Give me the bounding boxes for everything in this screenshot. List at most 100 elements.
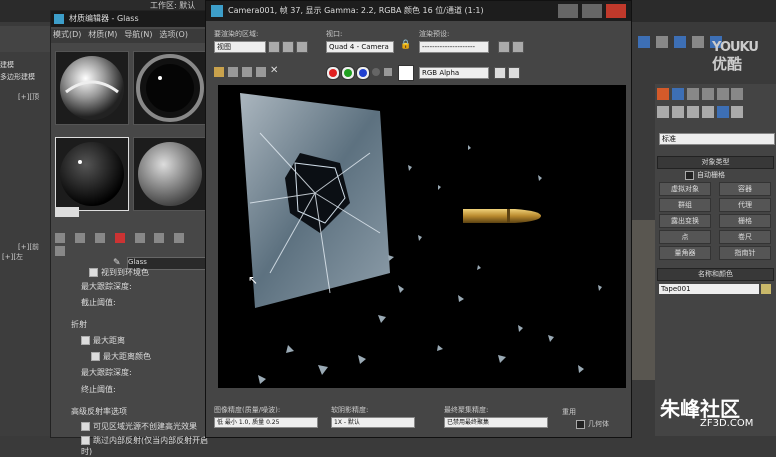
lock-icon[interactable]: 🔒 xyxy=(400,40,411,50)
move-icon[interactable] xyxy=(656,36,668,48)
clear-icon[interactable]: ✕ xyxy=(270,65,278,76)
viewport-dropdown[interactable]: Quad 4 - Camera xyxy=(326,41,394,53)
object-color-swatch[interactable] xyxy=(761,284,771,294)
param-exit-color[interactable]: 视到到环境色 xyxy=(89,267,149,278)
sample-slot-3-active[interactable] xyxy=(55,137,129,211)
red-channel-toggle[interactable] xyxy=(326,66,340,80)
cameras-icon[interactable] xyxy=(701,106,714,118)
max-title: 工作区: 默认 xyxy=(150,1,196,10)
reset-map-icon[interactable] xyxy=(114,233,125,243)
display-channel-dropdown[interactable]: RGB Alpha xyxy=(419,67,489,79)
sample-slot-4[interactable] xyxy=(133,137,207,211)
param-max-distance[interactable]: 最大距离 xyxy=(81,335,125,346)
toggle-ui-overlay-icon[interactable] xyxy=(494,67,506,79)
auto-region-icon[interactable] xyxy=(282,41,294,53)
object-type-rollout[interactable]: 对象类型 xyxy=(657,156,774,169)
render-output-image[interactable]: ↖ xyxy=(218,85,626,388)
viewport-label-front[interactable]: [+][前 xyxy=(18,242,39,252)
slot-scrollbar[interactable] xyxy=(55,207,79,217)
rotate-icon[interactable] xyxy=(674,36,686,48)
point-button[interactable]: 点 xyxy=(659,230,711,244)
viewport-label-left[interactable]: [+][左 xyxy=(2,252,23,262)
menu-mode[interactable]: 模式(D) xyxy=(53,30,81,39)
environment-effects-icon[interactable] xyxy=(512,41,524,53)
render-frame-titlebar[interactable]: Camera001, 帧 37, 显示 Gamma: 2.2, RGBA 颜色 … xyxy=(206,1,631,21)
display-tab-icon[interactable] xyxy=(716,88,729,100)
select-icon[interactable] xyxy=(638,36,650,48)
shapes-icon[interactable] xyxy=(671,106,684,118)
image-precision-field[interactable]: 低 最小 1.0, 质量 0.25 xyxy=(214,417,318,428)
grid-button[interactable]: 栅格 xyxy=(719,214,771,228)
group-button[interactable]: 群组 xyxy=(659,198,711,212)
material-editor-title: 材质编辑器 - Glass xyxy=(69,14,139,23)
lock-region-icon[interactable] xyxy=(296,41,308,53)
area-to-render-dropdown[interactable]: 视图 xyxy=(214,41,266,53)
helper-type-icons[interactable] xyxy=(657,106,772,120)
make-copy-icon[interactable] xyxy=(134,233,145,243)
param-adv-highlights[interactable]: 可见区域光源不创建高光效果 xyxy=(81,421,197,432)
render-preset-dropdown[interactable]: --------------------- xyxy=(419,41,489,53)
param-max-depth-refract: 最大跟踪深度: xyxy=(81,368,132,377)
protractor-button[interactable]: 量角器 xyxy=(659,246,711,260)
spacewarps-icon[interactable] xyxy=(731,106,744,118)
render-setup-button-icon[interactable] xyxy=(498,41,510,53)
command-panel-tabs[interactable] xyxy=(657,88,772,102)
helper-category-dropdown[interactable]: 标准 xyxy=(659,133,775,145)
name-color-rollout[interactable]: 名称和颜色 xyxy=(657,268,774,281)
sample-sphere-gray xyxy=(138,142,202,206)
create-tab-icon[interactable] xyxy=(657,88,669,100)
menu-material[interactable]: 材质(M) xyxy=(88,30,117,39)
monochrome-toggle[interactable] xyxy=(384,68,392,76)
menu-navigation[interactable]: 导航(N) xyxy=(124,30,152,39)
compass-button[interactable]: 指南针 xyxy=(719,246,771,260)
render-frame-title: Camera001, 帧 37, 显示 Gamma: 2.2, RGBA 颜色 … xyxy=(228,6,484,15)
expose-transform-button[interactable]: 露出变换 xyxy=(659,214,711,228)
save-image-icon[interactable] xyxy=(214,67,224,77)
geometry-icon[interactable] xyxy=(657,106,669,118)
background-color-swatch[interactable] xyxy=(398,65,414,81)
utilities-tab-icon[interactable] xyxy=(731,88,744,100)
dummy-button[interactable]: 虚拟对象 xyxy=(659,182,711,196)
ribbon-tab-modeling[interactable]: 建模 xyxy=(0,60,14,70)
put-to-library-icon[interactable] xyxy=(174,233,185,243)
maximize-button[interactable] xyxy=(582,4,602,18)
clone-frame-icon[interactable] xyxy=(242,67,252,77)
param-adv-skip-internal[interactable]: 跳过内部反射(仅当内部反射开启时) xyxy=(81,435,211,457)
hierarchy-tab-icon[interactable] xyxy=(686,88,699,100)
edit-region-icon[interactable] xyxy=(268,41,280,53)
motion-tab-icon[interactable] xyxy=(701,88,714,100)
sample-slot-1[interactable] xyxy=(55,51,129,125)
viewport-label-top[interactable]: [+][顶 xyxy=(18,92,39,102)
put-to-scene-icon[interactable] xyxy=(74,233,85,243)
param-max-distance-color[interactable]: 最大距离颜色 xyxy=(91,351,151,362)
green-channel-toggle[interactable] xyxy=(341,66,355,80)
object-name-field[interactable]: Tape001 xyxy=(659,284,759,294)
modify-tab-icon[interactable] xyxy=(671,88,684,100)
proxy-button[interactable]: 代理 xyxy=(719,198,771,212)
toggle-ui-icon[interactable] xyxy=(508,67,520,79)
reuse-geometry-option[interactable]: 几何体 xyxy=(576,419,609,429)
get-material-icon[interactable] xyxy=(55,233,65,243)
blue-channel-toggle[interactable] xyxy=(356,66,370,80)
menu-options[interactable]: 选项(O) xyxy=(159,30,188,39)
helpers-icon[interactable] xyxy=(716,106,729,118)
tape-button[interactable]: 卷尺 xyxy=(719,230,771,244)
minimize-button[interactable] xyxy=(558,4,578,18)
soft-shadow-field[interactable]: 1X - 默认 xyxy=(331,417,415,428)
print-image-icon[interactable] xyxy=(256,67,266,77)
assign-material-icon[interactable] xyxy=(94,233,105,243)
advanced-reflectivity-label: 高级反射率选项 xyxy=(71,407,127,416)
close-button[interactable] xyxy=(606,4,626,18)
scale-icon[interactable] xyxy=(692,36,704,48)
material-editor-titlebar[interactable]: 材质编辑器 - Glass xyxy=(51,11,211,27)
alpha-channel-toggle[interactable] xyxy=(372,68,380,76)
container-button[interactable]: 容器 xyxy=(719,182,771,196)
material-id-icon[interactable] xyxy=(55,246,65,256)
copy-image-icon[interactable] xyxy=(228,67,238,77)
final-gather-field[interactable]: 已禁用最终聚集 xyxy=(444,417,548,428)
make-unique-icon[interactable] xyxy=(154,233,165,243)
lights-icon[interactable] xyxy=(686,106,699,118)
ribbon-poly-modeling[interactable]: 多边形建模 xyxy=(0,72,35,82)
autogrid-option[interactable]: 自动栅格 xyxy=(685,170,725,180)
sample-slot-2[interactable] xyxy=(133,51,207,125)
